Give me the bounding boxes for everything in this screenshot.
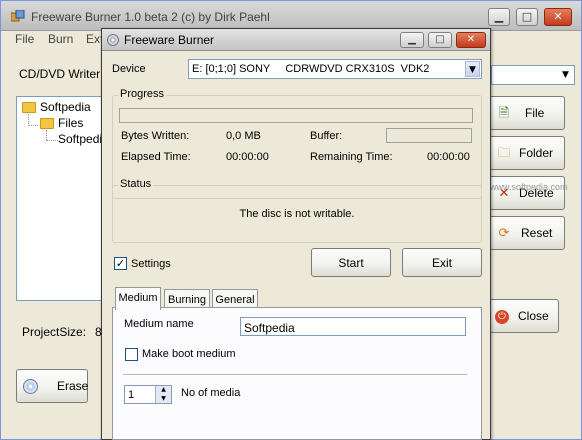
elapsed-time-value: 00:00:00 <box>226 151 269 163</box>
add-file-icon: 🗎 <box>498 106 510 121</box>
tab-panel-medium: Medium name Softpedia Make boot medium 1… <box>112 307 482 440</box>
medium-name-value: Softpedia <box>244 321 295 335</box>
medium-name-label: Medium name <box>124 318 194 330</box>
main-window-title: Freeware Burner 1.0 beta 2 (c) by Dirk P… <box>31 10 270 24</box>
minimize-icon: ▁ <box>494 10 504 23</box>
remaining-time-value: 00:00:00 <box>427 151 470 163</box>
buffer-bar <box>386 128 472 143</box>
reset-label: Reset <box>521 226 553 240</box>
progress-bar <box>119 108 473 123</box>
tree-item-files[interactable]: Files <box>58 116 83 130</box>
tree-line <box>46 130 47 140</box>
close-window-button[interactable]: ✕ <box>544 8 572 26</box>
writer-label: CD/DVD Writer: <box>19 67 104 81</box>
menu-burn[interactable]: Burn <box>48 32 73 46</box>
exit-label: Exit <box>431 255 452 270</box>
close-power-icon: ⏻ <box>495 310 509 324</box>
exit-button[interactable]: Exit <box>402 248 482 277</box>
reset-button[interactable]: ⟳ Reset <box>489 216 565 250</box>
minimize-icon: ▁ <box>408 34 416 45</box>
device-label: Device <box>112 63 146 75</box>
close-icon: ✕ <box>466 34 476 45</box>
dialog-maximize-button[interactable]: □ <box>428 32 452 48</box>
device-value: E: [0;1;0] SONY CDRWDVD CRX310S VDK2 <box>192 63 430 75</box>
tree-item-root[interactable]: Softpedia <box>40 100 91 114</box>
project-tree[interactable]: Softpedia Files Softpedia <box>16 96 109 301</box>
settings-label[interactable]: Settings <box>131 258 171 270</box>
menu-file[interactable]: File <box>15 32 34 46</box>
status-group-label: Status <box>118 178 154 190</box>
erase-button[interactable]: Erase <box>16 369 88 403</box>
app-icon <box>10 9 25 22</box>
close-icon: ✕ <box>553 10 563 23</box>
erase-disc-icon <box>23 379 38 394</box>
project-size-label: ProjectSize: <box>22 325 87 339</box>
separator <box>123 374 467 375</box>
elapsed-time-label: Elapsed Time: <box>121 151 191 163</box>
start-button[interactable]: Start <box>311 248 391 277</box>
remaining-time-label: Remaining Time: <box>310 151 393 163</box>
watermark: www.softpedia.com <box>490 182 568 192</box>
media-count-stepper[interactable]: 1 ▲ ▼ <box>124 385 172 404</box>
dialog-title-bar[interactable]: Freeware Burner ▁ □ ✕ <box>102 29 490 51</box>
add-file-label: File <box>525 106 545 120</box>
chevron-down-icon[interactable]: ▼ <box>558 67 573 83</box>
minimize-button[interactable]: ▁ <box>488 8 510 26</box>
stepper-down-icon[interactable]: ▼ <box>155 394 171 403</box>
maximize-icon: □ <box>435 34 445 45</box>
tab-medium[interactable]: Medium <box>115 287 161 310</box>
boot-medium-label[interactable]: Make boot medium <box>142 348 236 360</box>
erase-label: Erase <box>57 379 89 393</box>
medium-name-input[interactable]: Softpedia <box>240 317 466 336</box>
tree-line <box>28 125 38 126</box>
add-folder-icon: 🗀 <box>497 146 511 161</box>
progress-group-label: Progress <box>118 88 167 100</box>
cd-icon <box>107 34 119 46</box>
folder-icon <box>40 118 54 129</box>
main-title-bar[interactable]: Freeware Burner 1.0 beta 2 (c) by Dirk P… <box>1 1 581 31</box>
add-folder-button[interactable]: 🗀 Folder <box>489 136 565 170</box>
tree-line <box>46 140 58 141</box>
folder-icon <box>22 102 36 113</box>
buffer-label: Buffer: <box>310 130 343 142</box>
status-message: The disc is not writable. <box>239 208 355 220</box>
settings-checkbox[interactable]: ✓ <box>114 257 127 270</box>
media-count-value: 1 <box>128 389 135 401</box>
bytes-written-label: Bytes Written: <box>121 130 190 142</box>
close-label: Close <box>518 309 549 323</box>
boot-medium-checkbox[interactable] <box>125 348 138 361</box>
writer-select[interactable]: ▼ <box>491 65 575 85</box>
maximize-button[interactable]: □ <box>516 8 538 26</box>
add-folder-label: Folder <box>519 146 554 160</box>
dialog-title: Freeware Burner <box>124 33 215 47</box>
add-file-button[interactable]: 🗎 File <box>489 96 565 130</box>
media-count-label: No of media <box>181 387 241 399</box>
reset-icon: ⟳ <box>498 226 510 241</box>
maximize-icon: □ <box>521 10 533 23</box>
close-button[interactable]: ⏻ Close <box>489 299 559 333</box>
dialog-minimize-button[interactable]: ▁ <box>400 32 424 48</box>
device-select[interactable]: E: [0;1;0] SONY CDRWDVD CRX310S VDK2 ▼ <box>188 59 482 79</box>
dialog-close-button[interactable]: ✕ <box>456 32 486 48</box>
stepper-up-icon[interactable]: ▲ <box>155 386 171 394</box>
bytes-written-value: 0,0 MB <box>226 130 261 142</box>
start-label: Start <box>338 255 364 270</box>
chevron-down-icon[interactable]: ▼ <box>465 61 480 77</box>
